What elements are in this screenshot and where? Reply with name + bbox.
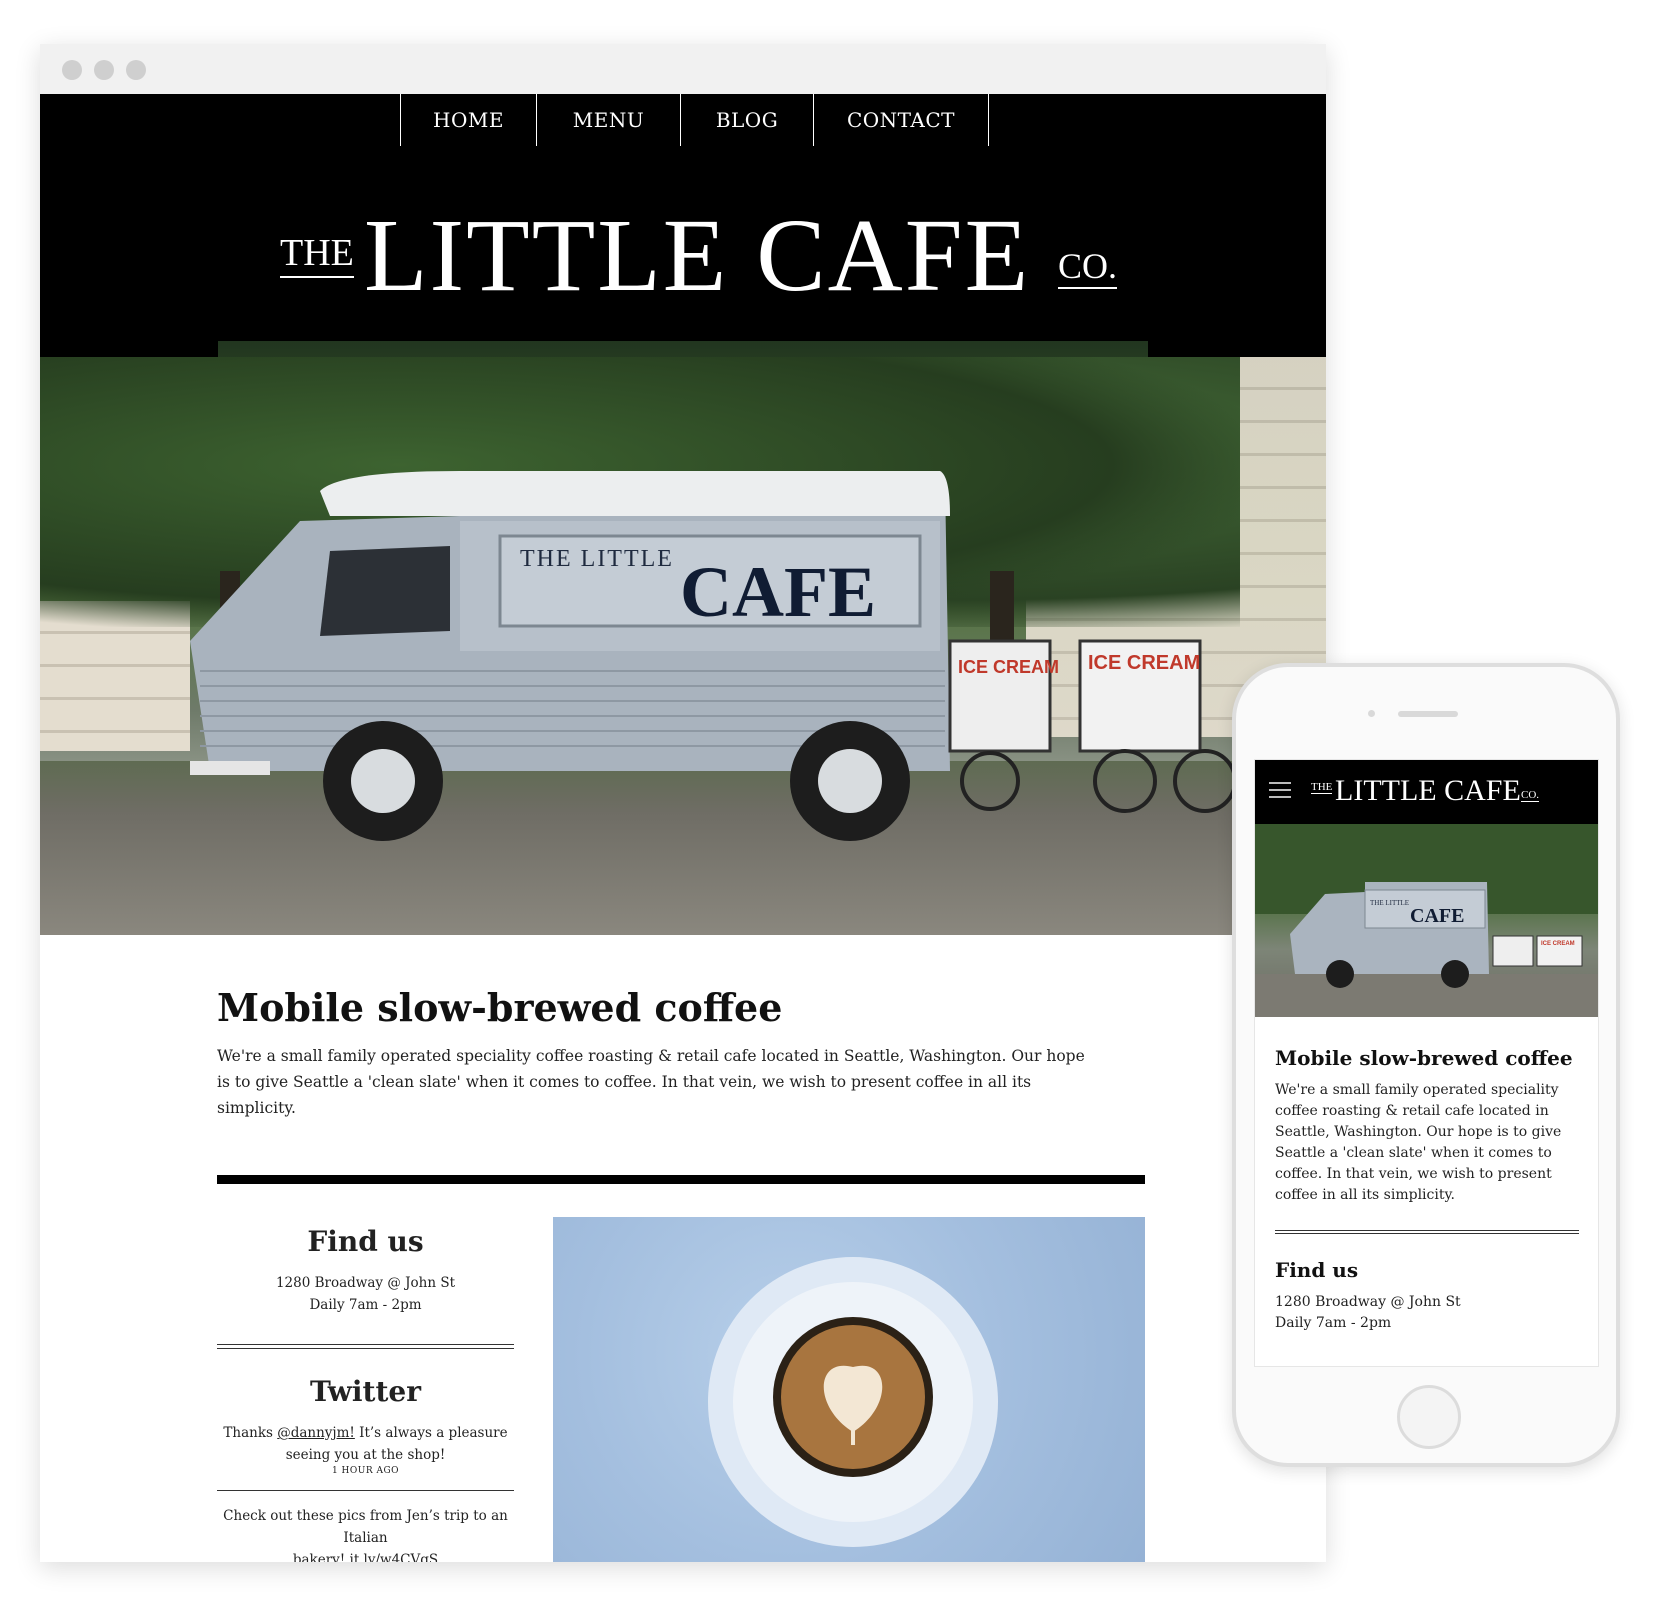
sidebar-column: Find us 1280 Broadway @ John St Daily 7a… bbox=[217, 1225, 514, 1562]
mobile-van-sign-large: CAFE bbox=[1410, 905, 1464, 927]
tweet-1-line1-rest: It’s always a pleasure bbox=[354, 1425, 508, 1441]
mobile-intro-paragraph: We're a small family operated speciality… bbox=[1275, 1082, 1562, 1203]
tweet-2-line2-prefix: bakery! bbox=[292, 1552, 350, 1562]
tweet-1-handle-link[interactable]: @dannyjm! bbox=[277, 1425, 355, 1441]
mobile-van-sign-small: THE LITTLE bbox=[1370, 899, 1409, 907]
nav-item-menu[interactable]: MENU bbox=[536, 94, 680, 146]
logo-main-text: LITTLE CAFE bbox=[364, 198, 1031, 313]
van-sign-large: CAFE bbox=[680, 552, 876, 632]
mobile-find-us-address: 1280 Broadway @ John St bbox=[1275, 1294, 1461, 1310]
mobile-headline: Mobile slow-brewed coffee bbox=[1275, 1046, 1573, 1070]
mobile-logo-the: THE bbox=[1311, 781, 1333, 794]
hero-header-notch-right bbox=[1148, 341, 1326, 357]
tweet-1: Thanks @dannyjm! It’s always a pleasure … bbox=[217, 1422, 514, 1466]
tweet-2-line1: Check out these pics from Jen’s trip to … bbox=[223, 1508, 508, 1546]
mobile-header: THE LITTLE CAFE CO. bbox=[1255, 760, 1598, 824]
page-headline: Mobile slow-brewed coffee bbox=[217, 985, 783, 1030]
nav-item-contact[interactable]: CONTACT bbox=[813, 94, 989, 146]
nav-item-blog[interactable]: BLOG bbox=[680, 94, 813, 146]
mobile-divider bbox=[1275, 1230, 1579, 1234]
mobile-food-truck-illustration: THE LITTLE CAFE ICE CREAM bbox=[1255, 824, 1598, 1017]
twitter-heading: Twitter bbox=[310, 1375, 421, 1408]
latte-art-photo bbox=[553, 1217, 1145, 1562]
mobile-find-us-info: 1280 Broadway @ John St Daily 7am - 2pm bbox=[1275, 1292, 1461, 1334]
logo-the: THE bbox=[280, 234, 354, 278]
tweet-1-prefix: Thanks bbox=[223, 1425, 278, 1441]
main-content: Mobile slow-brewed coffee We're a small … bbox=[40, 935, 1326, 1562]
mobile-logo-co: CO. bbox=[1521, 789, 1540, 802]
tweet-1-timestamp: 1 HOUR AGO bbox=[331, 1466, 400, 1476]
find-us-heading: Find us bbox=[307, 1225, 424, 1258]
site-header: HOME MENU BLOG CONTACT THE LITTLE CAFE C… bbox=[40, 94, 1326, 341]
logo-co: CO. bbox=[1058, 248, 1118, 289]
phone-camera bbox=[1368, 710, 1375, 717]
main-nav: HOME MENU BLOG CONTACT bbox=[400, 94, 989, 146]
hero-header-notch-left bbox=[40, 341, 218, 357]
browser-chrome-bar bbox=[40, 44, 1326, 94]
phone-home-button[interactable] bbox=[1397, 1385, 1461, 1449]
phone-mockup: THE LITTLE CAFE CO. THE LITTLE CAFE ICE … bbox=[1232, 663, 1620, 1467]
window-maximize-dot[interactable] bbox=[126, 60, 146, 80]
tweet-2-link[interactable]: it.ly/w4CVqS bbox=[350, 1552, 439, 1562]
mobile-logo-main: LITTLE CAFE bbox=[1335, 774, 1521, 807]
mobile-find-us-hours: Daily 7am - 2pm bbox=[1275, 1315, 1392, 1331]
find-us-hours: Daily 7am - 2pm bbox=[309, 1297, 422, 1313]
nav-item-home[interactable]: HOME bbox=[400, 94, 536, 146]
latte-illustration bbox=[708, 1257, 998, 1547]
window-minimize-dot[interactable] bbox=[94, 60, 114, 80]
find-us-address: 1280 Broadway @ John St bbox=[275, 1275, 456, 1291]
phone-screen: THE LITTLE CAFE CO. THE LITTLE CAFE ICE … bbox=[1254, 759, 1599, 1367]
van-sign-small: THE LITTLE bbox=[520, 546, 674, 572]
mobile-find-us-heading: Find us bbox=[1275, 1258, 1359, 1282]
hamburger-menu-icon[interactable] bbox=[1269, 782, 1291, 798]
cart-sign-1: ICE CREAM bbox=[958, 657, 1059, 677]
section-divider bbox=[217, 1175, 1145, 1184]
window-close-dot[interactable] bbox=[62, 60, 82, 80]
mobile-cart-sign: ICE CREAM bbox=[1541, 941, 1575, 947]
tweet-1-line2: seeing you at the shop! bbox=[285, 1447, 446, 1463]
cart-sign-2: ICE CREAM bbox=[1088, 652, 1200, 674]
find-us-divider bbox=[217, 1344, 514, 1349]
tweet-divider bbox=[217, 1490, 514, 1491]
tweet-2: Check out these pics from Jen’s trip to … bbox=[217, 1505, 514, 1562]
food-truck-illustration: THE LITTLE CAFE ICE CREAM ICE CREAM bbox=[190, 471, 1237, 841]
desktop-viewport: HOME MENU BLOG CONTACT THE LITTLE CAFE C… bbox=[40, 94, 1326, 1562]
hero-image-food-truck: THE LITTLE CAFE ICE CREAM ICE CREAM bbox=[40, 341, 1326, 935]
mobile-hero-image: THE LITTLE CAFE ICE CREAM bbox=[1255, 824, 1598, 1017]
phone-speaker bbox=[1398, 711, 1458, 717]
desktop-browser-window: HOME MENU BLOG CONTACT THE LITTLE CAFE C… bbox=[40, 44, 1326, 1562]
intro-paragraph: We're a small family operated speciality… bbox=[217, 1047, 1085, 1117]
